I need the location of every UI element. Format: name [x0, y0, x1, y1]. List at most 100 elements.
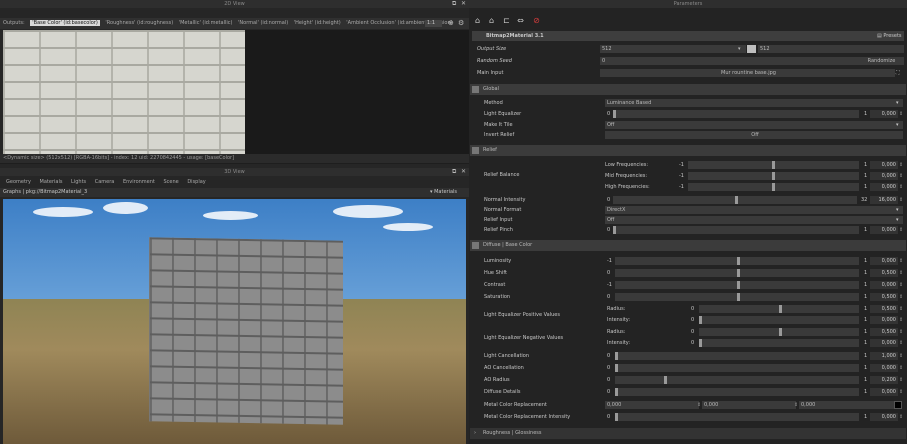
spin-icon[interactable]: ⇕ [899, 387, 903, 397]
ao-radius-slider[interactable] [615, 376, 859, 384]
output-size-b[interactable]: 512 [758, 45, 904, 53]
snap-icon[interactable]: ⊕ [448, 19, 454, 27]
graph-icon[interactable]: ⊏ [502, 16, 511, 25]
slider-handle[interactable] [664, 376, 667, 384]
ao-radius-value[interactable]: 0,200 [870, 376, 898, 384]
randomize-button[interactable]: Randomize [857, 57, 904, 65]
main-input-field[interactable]: Mur rountine base.jpg [600, 69, 895, 77]
section-diffuse[interactable]: Diffuse | Base Color [470, 240, 906, 251]
channel-height[interactable]: 'Height' (id:height) [294, 20, 341, 26]
make-tile-select[interactable]: Off [605, 121, 903, 129]
relief-input-select[interactable]: Off [605, 216, 903, 224]
spin-icon[interactable]: ⇕ [899, 268, 903, 278]
light-eq-value[interactable]: 0,000 [870, 110, 898, 118]
channel-roughness[interactable]: 'Roughness' (id:roughness) [105, 20, 173, 26]
slider-handle[interactable] [772, 172, 775, 180]
random-seed-input[interactable]: 0 [600, 57, 857, 65]
spin-icon[interactable]: ⇕ [899, 225, 903, 235]
mcri-slider[interactable] [615, 413, 859, 421]
slider-handle[interactable] [737, 293, 740, 301]
presets-button[interactable]: ▤ Presets [877, 31, 902, 41]
slider-handle[interactable] [615, 413, 618, 421]
menu-geometry[interactable]: Geometry [6, 179, 31, 185]
slider-handle[interactable] [699, 316, 702, 324]
lenv-radius-slider[interactable] [699, 328, 859, 336]
section-global[interactable]: Global [470, 84, 906, 95]
menu-scene[interactable]: Scene [163, 179, 178, 185]
light-eq-slider[interactable] [613, 110, 859, 118]
metal-color-g[interactable]: 0,000 [702, 401, 796, 409]
spin-icon[interactable]: ⇕ [899, 292, 903, 302]
spin-icon[interactable]: ⇕ [899, 363, 903, 373]
mcri-value[interactable]: 0,000 [870, 413, 898, 421]
relief-pinch-value[interactable]: 0,000 [870, 226, 898, 234]
lenv-intensity-value[interactable]: 0,000 [870, 339, 898, 347]
ao-cancel-slider[interactable] [615, 364, 859, 372]
saturation-value[interactable]: 0,500 [870, 293, 898, 301]
metal-color-b[interactable]: 0,000 [799, 401, 896, 409]
section-roughness[interactable]: › Roughness | Glossiness [470, 428, 906, 439]
float-icon[interactable]: ⧉ [452, 0, 456, 8]
spin-icon[interactable]: ⇕ [899, 256, 903, 266]
slider-handle[interactable] [779, 305, 782, 313]
spin-icon[interactable]: ⇕ [899, 160, 903, 170]
metal-color-r[interactable]: 0,000 [605, 401, 699, 409]
spin-icon[interactable]: ⇕ [899, 109, 903, 119]
menu-environment[interactable]: Environment [123, 179, 155, 185]
lepv-intensity-value[interactable]: 0,000 [870, 316, 898, 324]
spin-icon[interactable]: ⇕ [899, 195, 903, 205]
light-cancel-slider[interactable] [615, 352, 859, 360]
relief-pinch-slider[interactable] [613, 226, 859, 234]
spin-icon[interactable]: ⇕ [899, 412, 903, 422]
slider-handle[interactable] [737, 281, 740, 289]
lepv-intensity-slider[interactable] [699, 316, 859, 324]
slider-handle[interactable] [772, 161, 775, 169]
spin-icon[interactable]: ⇕ [899, 315, 903, 325]
view2d-canvas[interactable] [245, 30, 469, 154]
luminosity-slider[interactable] [615, 257, 859, 265]
menu-lights[interactable]: Lights [71, 179, 86, 185]
close-icon-3d[interactable]: ✕ [461, 168, 466, 176]
channel-basecolor[interactable]: 'Base Color' (id:basecolor) [30, 20, 100, 26]
spin-icon[interactable]: ⇕ [899, 375, 903, 385]
invert-relief-toggle[interactable]: Off [605, 131, 903, 139]
unlink-icon[interactable]: ⊘ [532, 16, 541, 25]
hue-shift-value[interactable]: 0,500 [870, 269, 898, 277]
slider-handle[interactable] [735, 196, 738, 204]
luminosity-value[interactable]: 0,000 [870, 257, 898, 265]
slider-handle[interactable] [737, 257, 740, 265]
section-relief[interactable]: Relief [470, 145, 906, 156]
lepv-radius-slider[interactable] [699, 305, 859, 313]
spin-icon[interactable]: ⇕ [899, 280, 903, 290]
graph-label[interactable]: Graphs | pkg://Bitmap2Material_3 [3, 189, 87, 195]
saturation-slider[interactable] [615, 293, 859, 301]
normal-format-select[interactable]: DirectX [605, 206, 903, 214]
zoom-select[interactable]: 1:1 [425, 20, 442, 27]
contrast-value[interactable]: 0,000 [870, 281, 898, 289]
home-icon[interactable]: ⌂ [473, 16, 482, 25]
slider-handle[interactable] [737, 269, 740, 277]
mid-freq-slider[interactable] [688, 172, 859, 180]
link-size-toggle[interactable] [747, 45, 756, 53]
spin-icon[interactable]: ⇕ [899, 182, 903, 192]
normal-intensity-slider[interactable] [613, 196, 857, 204]
color-swatch[interactable] [894, 401, 902, 409]
spin-icon[interactable]: ⇕ [899, 304, 903, 314]
slider-handle[interactable] [779, 328, 782, 336]
channel-metallic[interactable]: 'Metallic' (id:metallic) [179, 20, 233, 26]
float-icon-3d[interactable]: ⧉ [452, 168, 456, 176]
ao-cancel-value[interactable]: 0,000 [870, 364, 898, 372]
spin-icon[interactable]: ⇕ [899, 351, 903, 361]
high-freq-value[interactable]: 0,000 [870, 183, 898, 191]
method-select[interactable]: Luminance Based [605, 99, 903, 107]
spin-icon[interactable]: ⇕ [899, 327, 903, 337]
normal-intensity-value[interactable]: 16,000 [870, 196, 898, 204]
menu-camera[interactable]: Camera [95, 179, 115, 185]
materials-dropdown[interactable]: ▾ Materials [430, 188, 457, 197]
contrast-slider[interactable] [615, 281, 859, 289]
low-freq-value[interactable]: 0,000 [870, 161, 898, 169]
diffuse-details-value[interactable]: 0,000 [870, 388, 898, 396]
high-freq-slider[interactable] [688, 183, 859, 191]
slider-handle[interactable] [615, 388, 618, 396]
slider-handle[interactable] [615, 364, 618, 372]
